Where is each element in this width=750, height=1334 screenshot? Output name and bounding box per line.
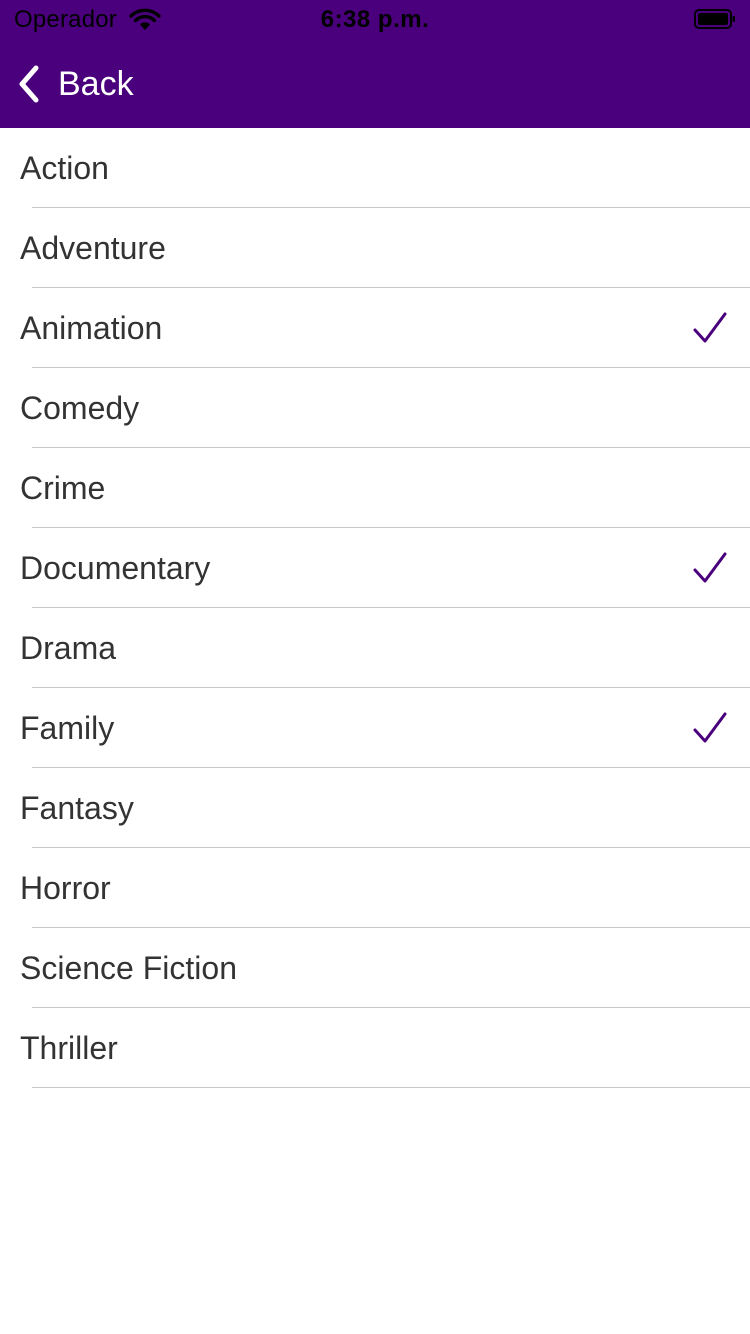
genre-label: Comedy [20, 390, 140, 426]
genre-label: Documentary [20, 550, 211, 586]
checkmark-icon [693, 312, 727, 343]
genre-row-horror[interactable]: Horror [0, 848, 750, 928]
genre-label: Horror [20, 870, 111, 906]
genre-label: Science Fiction [20, 950, 237, 986]
genre-label: Family [20, 710, 115, 746]
genre-label: Thriller [20, 1030, 118, 1066]
genre-row-science-fiction[interactable]: Science Fiction [0, 928, 750, 1008]
genre-label: Action [20, 150, 109, 186]
status-time: 6:38 p.m. [320, 6, 430, 33]
genre-row-fantasy[interactable]: Fantasy [0, 768, 750, 848]
genre-label: Drama [20, 630, 117, 666]
genre-row-comedy[interactable]: Comedy [0, 368, 750, 448]
genre-row-crime[interactable]: Crime [0, 448, 750, 528]
genre-label: Adventure [20, 230, 166, 266]
navigation-bar: Back [0, 40, 750, 128]
back-button[interactable]: Back [14, 60, 134, 108]
genre-row-documentary[interactable]: Documentary [0, 528, 750, 608]
genre-row-thriller[interactable]: Thriller [0, 1008, 750, 1088]
checkmark-icon [693, 712, 727, 743]
genre-row-drama[interactable]: Drama [0, 608, 750, 688]
checkmark-icon [693, 552, 727, 583]
back-label: Back [58, 64, 134, 103]
genre-label: Fantasy [20, 790, 134, 826]
genre-label: Crime [20, 470, 106, 506]
genre-row-animation[interactable]: Animation [0, 288, 750, 368]
status-bar: Operador 6:38 p.m. [0, 0, 750, 40]
genre-row-action[interactable]: Action [0, 128, 750, 208]
genre-label: Animation [20, 310, 163, 346]
genre-list: Action Adventure Animation Comedy Crime … [0, 128, 750, 1088]
battery-icon [694, 9, 735, 29]
app-header: Operador 6:38 p.m. Back [0, 0, 750, 128]
chevron-left-icon [19, 65, 39, 103]
genre-row-adventure[interactable]: Adventure [0, 208, 750, 288]
genre-row-family[interactable]: Family [0, 688, 750, 768]
